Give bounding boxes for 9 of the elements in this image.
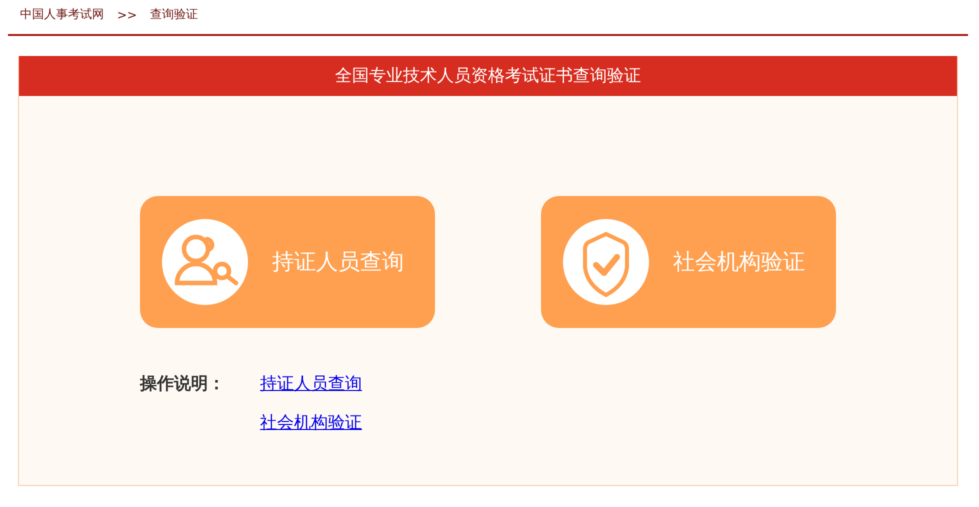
people-search-icon [162, 219, 248, 305]
breadcrumb-link[interactable]: 查询验证 [150, 6, 198, 23]
breadcrumb-separator: >> [117, 8, 138, 22]
shield-check-icon [563, 219, 649, 305]
breadcrumb-link[interactable]: 中国人事考试网 [20, 6, 104, 23]
instructions-label: 操作说明： [140, 373, 226, 395]
instruction-link[interactable]: 持证人员查询 [260, 372, 362, 395]
instruction-link[interactable]: 社会机构验证 [260, 411, 362, 434]
panel-title: 全国专业技术人员资格考试证书查询验证 [335, 66, 641, 86]
